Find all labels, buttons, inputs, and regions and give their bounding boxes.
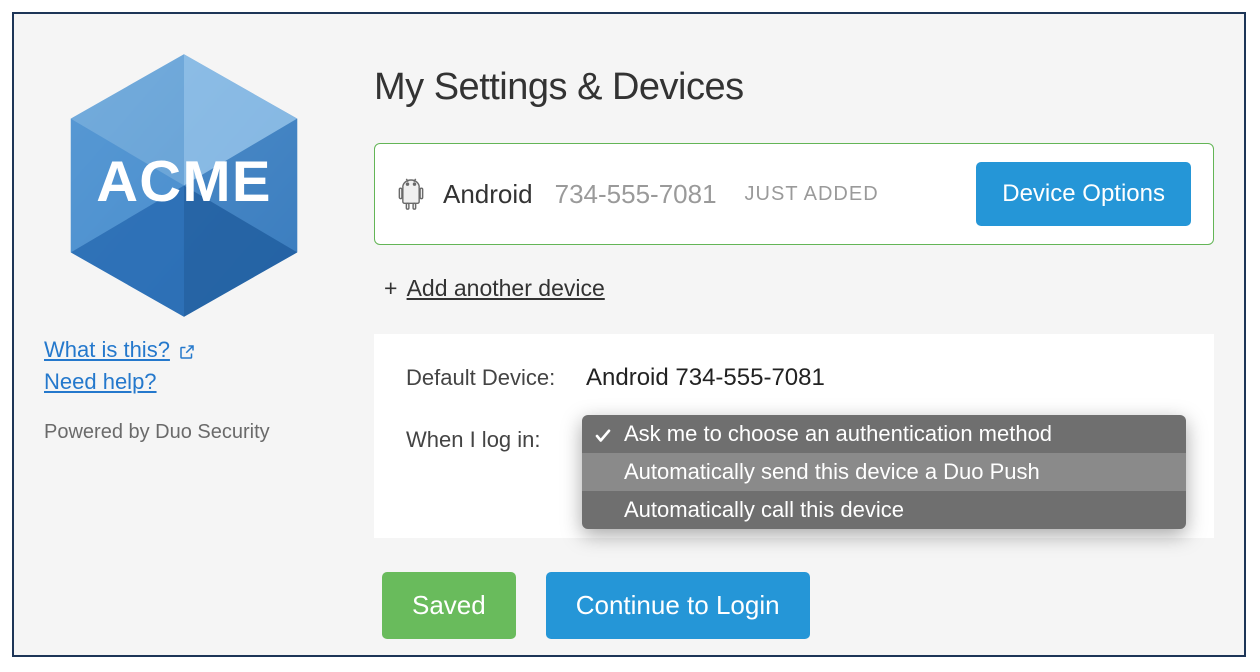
plus-icon: +	[384, 275, 397, 301]
external-link-icon	[178, 341, 196, 359]
powered-by: Powered by Duo Security	[44, 421, 334, 444]
button-row: Saved Continue to Login	[374, 572, 1214, 639]
saved-button[interactable]: Saved	[382, 572, 516, 639]
dropdown-option[interactable]: Ask me to choose an authentication metho…	[582, 415, 1186, 453]
duo-settings-frame: ACME What is this? Nee	[12, 12, 1246, 657]
just-added-badge: JUST ADDED	[745, 183, 879, 206]
sidebar-links: What is this? Need help?	[44, 337, 334, 401]
what-is-this-label: What is this?	[44, 337, 170, 363]
device-platform: Android	[443, 179, 533, 210]
add-another-device-link[interactable]: Add another device	[407, 275, 605, 301]
page-title: My Settings & Devices	[374, 66, 1214, 109]
android-icon	[397, 176, 425, 212]
when-login-row: When I log in: Ask me to choose an authe…	[406, 418, 1182, 462]
sidebar: ACME What is this? Nee	[44, 44, 334, 625]
dropdown-option-label: Automatically call this device	[624, 497, 904, 522]
check-icon	[594, 425, 612, 443]
default-device-row: Default Device: Android 734-555-7081	[406, 364, 1182, 392]
when-login-label: When I log in:	[406, 427, 586, 453]
continue-to-login-button[interactable]: Continue to Login	[546, 572, 810, 639]
default-device-label: Default Device:	[406, 365, 586, 391]
dropdown-option[interactable]: Automatically send this device a Duo Pus…	[582, 453, 1186, 491]
settings-block: Default Device: Android 734-555-7081 Whe…	[374, 334, 1214, 538]
device-options-button[interactable]: Device Options	[976, 162, 1191, 226]
login-method-select[interactable]: Ask me to choose an authentication metho…	[586, 418, 1182, 462]
need-help-link[interactable]: Need help?	[44, 369, 157, 395]
dropdown-option[interactable]: Automatically call this device	[582, 491, 1186, 529]
dropdown-option-label: Automatically send this device a Duo Pus…	[624, 459, 1040, 484]
need-help-label: Need help?	[44, 369, 157, 395]
device-number: 734-555-7081	[555, 179, 717, 210]
logo: ACME	[44, 44, 324, 327]
what-is-this-link[interactable]: What is this?	[44, 337, 196, 363]
dropdown-option-label: Ask me to choose an authentication metho…	[624, 421, 1052, 446]
login-method-dropdown[interactable]: Ask me to choose an authentication metho…	[582, 415, 1186, 529]
logo-text: ACME	[96, 150, 272, 214]
add-device-row: + Add another device	[374, 275, 1214, 302]
device-card: Android 734-555-7081 JUST ADDED Device O…	[374, 143, 1214, 245]
main-content: My Settings & Devices Android 734-555-70	[374, 44, 1214, 625]
default-device-value: Android 734-555-7081	[586, 364, 825, 392]
